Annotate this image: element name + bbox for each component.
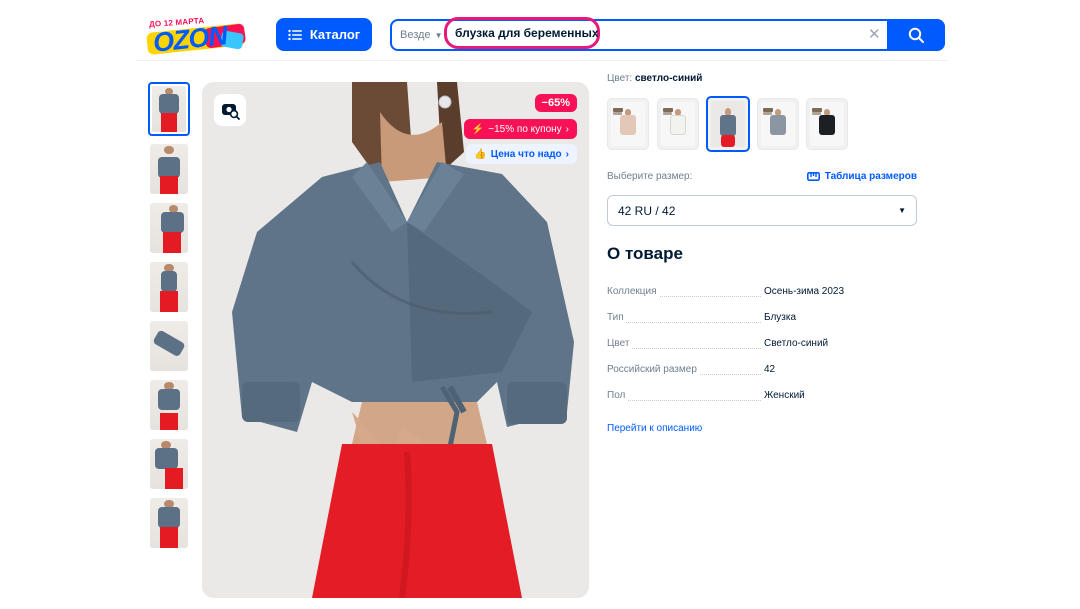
spec-key: Пол [607,390,628,401]
spec-row: Тип Блузка [607,312,917,330]
gallery-thumbnail[interactable] [150,321,188,371]
chevron-down-icon: ▼ [434,30,443,40]
color-swatch[interactable] [657,98,699,150]
lightning-icon: ⚡ [471,123,485,135]
spec-value: 42 [764,364,776,375]
gallery-thumbnail[interactable] [150,498,188,548]
image-search-button[interactable] [214,94,246,126]
search-bar: Везде ▼ блузка для беременных ✕ [390,17,945,51]
gallery-thumbnail[interactable] [148,82,190,136]
spec-value: Осень-зима 2023 [764,286,845,297]
color-swatch[interactable] [757,98,799,150]
coupon-badge[interactable]: ⚡ −15% по купону › [463,119,577,139]
color-swatch[interactable] [607,98,649,150]
coupon-badge-label: −15% по купону [488,123,562,135]
spec-value: Женский [764,390,805,401]
spec-row: Цвет Светло-синий [607,338,917,356]
search-icon [908,27,924,43]
color-value: светло-синий [634,73,703,84]
spec-value: Блузка [764,312,797,323]
chevron-right-icon: › [565,148,569,160]
spec-value: Светло-синий [764,338,829,349]
spec-key: Тип [607,312,626,323]
color-label: Цвет: [607,73,633,84]
search-scope-label: Везде [400,29,431,41]
spec-key: Цвет [607,338,632,349]
catalog-button-label: Каталог [309,27,361,42]
size-select[interactable]: 42 RU / 42 ▼ [607,195,917,226]
search-query-text: блузка для беременных [455,26,599,40]
search-input[interactable]: блузка для беременных [444,17,600,49]
spec-row: Российский размер 42 [607,364,917,382]
size-table-label: Таблица размеров [824,171,917,182]
spec-row: Пол Женский [607,390,917,408]
chevron-right-icon: › [565,123,569,135]
ozon-logo[interactable]: ДО 12 МАРТА OZON [146,16,247,58]
color-swatch-selected[interactable] [706,96,750,152]
header-divider [135,60,947,61]
camera-search-icon [222,104,240,120]
color-caption: Цвет: светло-синий [607,73,702,84]
price-tag-label: Цена что надо [490,148,562,160]
about-section-title: О товаре [607,244,683,263]
color-swatch[interactable] [806,98,848,150]
gallery-thumbnail[interactable] [150,144,188,194]
ruler-icon [806,172,820,181]
search-button[interactable] [887,19,945,51]
spec-row: Коллекция Осень-зима 2023 [607,286,917,304]
thumbs-up-icon: 👍 [474,148,487,160]
go-to-description-link[interactable]: Перейти к описанию [607,423,702,434]
price-tag-badge[interactable]: 👍 Цена что надо › [466,144,577,164]
spec-key: Коллекция [607,286,659,297]
discount-badge: −65% [534,94,577,112]
size-select-value: 42 RU / 42 [618,203,676,218]
gallery-thumbnail[interactable] [150,439,188,489]
gallery-thumbnail[interactable] [150,203,188,253]
catalog-button[interactable]: Каталог [276,18,372,51]
clear-icon[interactable]: ✕ [868,27,881,43]
size-prompt: Выберите размер: [607,171,693,182]
menu-icon [288,29,302,40]
product-main-image[interactable]: −65% ⚡ −15% по купону › 👍 Цена что надо … [202,82,589,598]
size-table-link[interactable]: Таблица размеров [806,171,917,182]
logo-wordmark: OZON [151,20,229,58]
search-scope-dropdown[interactable]: Везде ▼ [400,21,442,49]
chevron-down-icon: ▼ [898,206,906,215]
spec-key: Российский размер [607,364,699,375]
header: ДО 12 МАРТА OZON Каталог Везде ▼ блузка … [0,0,1080,60]
gallery-thumbnail[interactable] [150,262,188,312]
gallery-thumbnail[interactable] [150,380,188,430]
